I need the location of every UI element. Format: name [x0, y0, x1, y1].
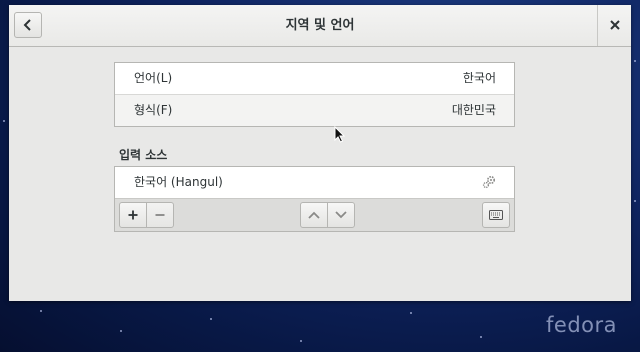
settings-window: 지역 및 언어: [9, 5, 631, 301]
header-bar: 지역 및 언어: [9, 5, 631, 47]
star: [634, 60, 636, 62]
star: [210, 318, 212, 320]
desktop: 지역 및 언어 언어(L) 한국어 형식(F) 대한민국 입력 소스 한국어 (…: [0, 0, 640, 352]
formats-value: 대한민국: [451, 103, 496, 117]
language-value: 한국어: [462, 71, 496, 85]
star: [634, 200, 636, 202]
formats-row[interactable]: 형식(F) 대한민국: [115, 94, 514, 126]
star: [40, 310, 42, 312]
language-row[interactable]: 언어(L) 한국어: [115, 63, 514, 94]
add-input-source-button[interactable]: [119, 202, 147, 228]
minus-icon: [155, 214, 165, 216]
input-source-item[interactable]: 한국어 (Hangul): [115, 167, 514, 199]
chevron-up-icon: [308, 211, 320, 219]
window-title: 지역 및 언어: [285, 18, 355, 33]
input-sources-heading: 입력 소스: [119, 148, 168, 162]
input-sources-box: 한국어 (Hangul): [114, 166, 515, 232]
input-source-label: 한국어 (Hangul): [134, 175, 223, 189]
fedora-logo: fedora: [546, 313, 617, 337]
star: [410, 312, 412, 314]
star: [300, 340, 302, 342]
close-button[interactable]: [605, 15, 625, 35]
language-label: 언어(L): [134, 71, 173, 85]
plus-icon: [128, 210, 138, 220]
star: [480, 336, 482, 338]
gear-icon[interactable]: [481, 174, 497, 190]
close-icon: [610, 20, 620, 30]
chevron-down-icon: [335, 211, 347, 219]
show-keyboard-layout-button[interactable]: [482, 202, 510, 228]
formats-label: 형식(F): [134, 103, 173, 117]
move-up-button[interactable]: [300, 202, 328, 228]
move-down-button[interactable]: [327, 202, 355, 228]
input-sources-toolbar: [115, 199, 514, 231]
star: [120, 330, 122, 332]
star: [3, 120, 5, 122]
header-separator: [597, 5, 598, 46]
mouse-cursor-icon: [334, 126, 345, 143]
language-format-list: 언어(L) 한국어 형식(F) 대한민국: [114, 62, 515, 127]
remove-input-source-button[interactable]: [146, 202, 174, 228]
keyboard-icon: [489, 210, 503, 220]
